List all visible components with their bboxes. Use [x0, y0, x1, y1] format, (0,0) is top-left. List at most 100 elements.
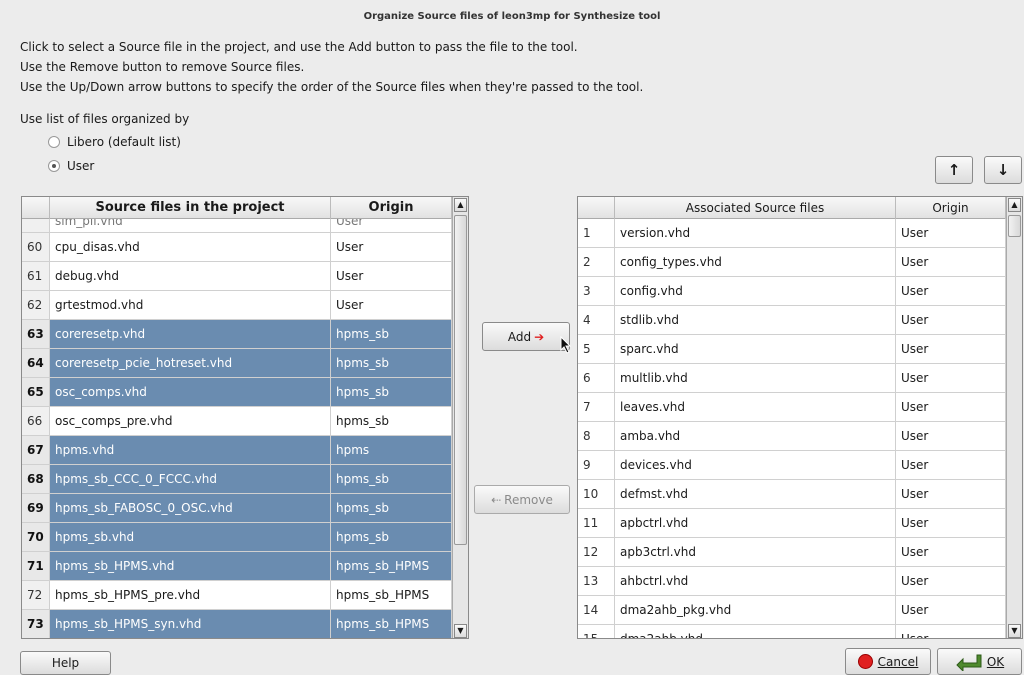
file-name: hpms.vhd [50, 436, 331, 464]
row-index: 73 [22, 610, 50, 638]
move-down-button[interactable]: ↓ [984, 156, 1022, 184]
file-name: hpms_sb_HPMS_pre.vhd [50, 581, 331, 609]
radio-user[interactable]: User [48, 159, 94, 173]
help-button-label: Help [51, 656, 80, 670]
table-row[interactable]: 73 hpms_sb_HPMS_syn.vhd hpms_sb_HPMS [22, 610, 452, 638]
column-header-source-files[interactable]: Source files in the project [50, 197, 331, 219]
table-row[interactable]: 64 coreresetp_pcie_hotreset.vhd hpms_sb [22, 349, 452, 378]
help-button[interactable]: Help [20, 651, 111, 675]
file-name: version.vhd [615, 219, 896, 247]
table-row[interactable]: 69 hpms_sb_FABOSC_0_OSC.vhd hpms_sb [22, 494, 452, 523]
scroll-thumb[interactable] [1008, 215, 1021, 237]
table-row[interactable]: 4 stdlib.vhd User [578, 306, 1006, 335]
row-index: 72 [22, 581, 50, 609]
file-name: sim_pll.vhd [50, 219, 331, 232]
radio-on-icon[interactable] [48, 160, 60, 172]
table-row[interactable]: 6 multlib.vhd User [578, 364, 1006, 393]
cancel-button-label: Cancel [877, 654, 919, 669]
table-row[interactable]: 66 osc_comps_pre.vhd hpms_sb [22, 407, 452, 436]
associated-files-scrollbar[interactable]: ▲ ▼ [1006, 197, 1022, 638]
table-row[interactable]: 7 leaves.vhd User [578, 393, 1006, 422]
row-index: 69 [22, 494, 50, 522]
file-origin: User [896, 451, 1006, 479]
file-origin: hpms_sb [331, 320, 452, 348]
table-row[interactable]: 11 apbctrl.vhd User [578, 509, 1006, 538]
file-origin: User [896, 596, 1006, 624]
file-name: apbctrl.vhd [615, 509, 896, 537]
row-index: 62 [22, 291, 50, 319]
file-origin: User [896, 538, 1006, 566]
project-files-scrollbar[interactable]: ▲ ▼ [452, 197, 468, 638]
table-row[interactable]: 60 cpu_disas.vhd User [22, 233, 452, 262]
row-index: 1 [578, 219, 615, 247]
column-header-origin[interactable]: Origin [331, 197, 452, 219]
scroll-down-icon[interactable]: ▼ [454, 624, 467, 638]
table-row[interactable]: 65 osc_comps.vhd hpms_sb [22, 378, 452, 407]
table-row[interactable]: 63 coreresetp.vhd hpms_sb [22, 320, 452, 349]
index-column-header [578, 197, 615, 219]
radio-off-icon[interactable] [48, 136, 60, 148]
table-row[interactable]: 14 dma2ahb_pkg.vhd User [578, 596, 1006, 625]
table-row[interactable]: 3 config.vhd User [578, 277, 1006, 306]
table-row[interactable]: 61 debug.vhd User [22, 262, 452, 291]
file-name: cpu_disas.vhd [50, 233, 331, 261]
row-index: 5 [578, 335, 615, 363]
file-origin: User [896, 277, 1006, 305]
file-origin: hpms_sb_HPMS [331, 610, 452, 638]
file-name: osc_comps_pre.vhd [50, 407, 331, 435]
row-index: 71 [22, 552, 50, 580]
table-row[interactable]: 1 version.vhd User [578, 219, 1006, 248]
scroll-thumb[interactable] [454, 215, 467, 545]
row-index: 14 [578, 596, 615, 624]
add-button[interactable]: Add ➔ [482, 322, 570, 351]
table-row[interactable]: 62 grtestmod.vhd User [22, 291, 452, 320]
file-origin: hpms_sb [331, 378, 452, 406]
file-origin: User [896, 335, 1006, 363]
table-row[interactable]: 12 apb3ctrl.vhd User [578, 538, 1006, 567]
table-row[interactable]: 67 hpms.vhd hpms [22, 436, 452, 465]
radio-libero-label: Libero (default list) [67, 135, 181, 149]
file-name: defmst.vhd [615, 480, 896, 508]
remove-button[interactable]: ⇠ Remove [474, 485, 570, 514]
table-row[interactable]: 5 sparc.vhd User [578, 335, 1006, 364]
table-row[interactable]: 10 defmst.vhd User [578, 480, 1006, 509]
radio-libero[interactable]: Libero (default list) [48, 135, 181, 149]
move-up-button[interactable]: ↑ [935, 156, 973, 184]
ok-button-label: OK [986, 654, 1005, 669]
cancel-button[interactable]: Cancel [845, 648, 931, 675]
scroll-up-icon[interactable]: ▲ [454, 198, 467, 212]
file-name: ahbctrl.vhd [615, 567, 896, 595]
table-row[interactable]: 8 amba.vhd User [578, 422, 1006, 451]
table-row[interactable]: 71 hpms_sb_HPMS.vhd hpms_sb_HPMS [22, 552, 452, 581]
window-title: Organize Source files of leon3mp for Syn… [363, 11, 661, 22]
ok-button[interactable]: OK [937, 648, 1022, 675]
table-row[interactable]: 2 config_types.vhd User [578, 248, 1006, 277]
file-name: leaves.vhd [615, 393, 896, 421]
file-name: dma2ahb_pkg.vhd [615, 596, 896, 624]
row-index: 12 [578, 538, 615, 566]
scroll-down-icon[interactable]: ▼ [1008, 624, 1021, 638]
table-row[interactable]: 15 dma2ahb.vhd User [578, 625, 1006, 638]
file-origin: User [331, 219, 452, 232]
project-files-table[interactable]: Source files in the project Origin sim_p… [21, 196, 469, 639]
table-row[interactable]: 13 ahbctrl.vhd User [578, 567, 1006, 596]
row-index: 11 [578, 509, 615, 537]
row-index: 68 [22, 465, 50, 493]
table-row[interactable]: 68 hpms_sb_CCC_0_FCCC.vhd hpms_sb [22, 465, 452, 494]
file-name: coreresetp.vhd [50, 320, 331, 348]
mouse-cursor-icon [560, 336, 572, 354]
organize-label: Use list of files organized by [20, 112, 190, 126]
table-row-partial[interactable]: sim_pll.vhd User [22, 219, 452, 233]
file-origin: User [896, 625, 1006, 638]
file-origin: User [896, 219, 1006, 247]
associated-files-table[interactable]: Associated Source files Origin 1 version.… [577, 196, 1023, 639]
arrow-down-icon: ↓ [996, 161, 1010, 179]
column-header-origin[interactable]: Origin [896, 197, 1006, 219]
scroll-up-icon[interactable]: ▲ [1008, 198, 1021, 212]
table-row[interactable]: 72 hpms_sb_HPMS_pre.vhd hpms_sb_HPMS [22, 581, 452, 610]
file-name: grtestmod.vhd [50, 291, 331, 319]
remove-button-label: Remove [504, 492, 553, 507]
table-row[interactable]: 9 devices.vhd User [578, 451, 1006, 480]
table-row[interactable]: 70 hpms_sb.vhd hpms_sb [22, 523, 452, 552]
column-header-associated-files[interactable]: Associated Source files [615, 197, 896, 219]
